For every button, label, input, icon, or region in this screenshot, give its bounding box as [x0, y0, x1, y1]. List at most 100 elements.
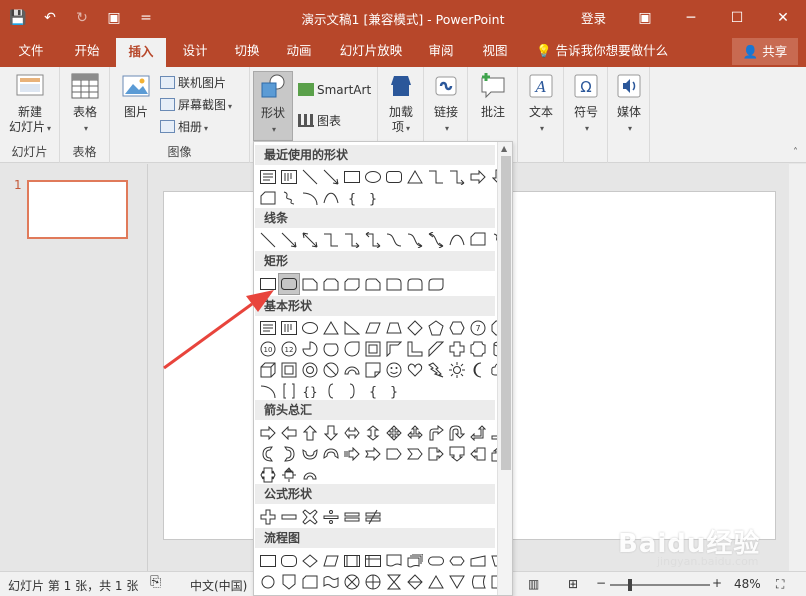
shape-trapezoid[interactable] — [384, 318, 404, 338]
tell-me-search[interactable]: 💡 告诉我你想要做什么 — [536, 35, 668, 67]
shape-left-up-arrow[interactable] — [468, 423, 488, 443]
shape-flowchart-recent[interactable] — [258, 188, 278, 208]
login-link[interactable]: 登录 — [581, 8, 606, 27]
links-button[interactable]: 链接 ▾ — [426, 71, 466, 136]
slide-thumbnail[interactable] — [27, 180, 128, 239]
shape-flow-collate[interactable] — [384, 572, 404, 592]
shape-rectangle-recent[interactable] — [342, 167, 362, 187]
shape-left-brace-basic[interactable]: { — [363, 381, 383, 401]
fit-to-window-icon[interactable]: ⛶ — [776, 577, 784, 592]
shape-basic-vtextbox[interactable] — [279, 318, 299, 338]
shape-flow-stored-data[interactable] — [468, 572, 488, 592]
shape-flow-connector[interactable] — [258, 572, 278, 592]
comment-button[interactable]: 批注 — [473, 71, 513, 120]
shape-left-right-up-arrow[interactable] — [405, 423, 425, 443]
symbols-button[interactable]: Ω 符号 ▾ — [566, 71, 606, 136]
shape-left-right-arrow-callout[interactable] — [258, 465, 278, 485]
tab-insert[interactable]: 插入 — [116, 38, 166, 67]
collapse-ribbon-icon[interactable]: ˄ — [793, 147, 798, 158]
zoom-slider-thumb[interactable] — [628, 579, 632, 591]
shape-notched-right-arrow[interactable] — [363, 444, 383, 464]
shape-folded-corner[interactable] — [363, 360, 383, 380]
shape-chevron[interactable] — [405, 444, 425, 464]
shape-hexagon[interactable] — [447, 318, 467, 338]
shape-pie[interactable] — [300, 339, 320, 359]
shape-line-double-arrow[interactable] — [300, 230, 320, 250]
shape-curved-right-arrow[interactable] — [258, 444, 278, 464]
shape-curve-line[interactable] — [447, 230, 467, 250]
shape-left-arrow[interactable] — [279, 423, 299, 443]
shape-round-same-side[interactable] — [405, 274, 425, 294]
shape-flow-merge[interactable] — [447, 572, 467, 592]
shape-half-frame[interactable] — [384, 339, 404, 359]
shape-right-bracket[interactable] — [342, 381, 362, 401]
shape-flow-manual-input[interactable] — [468, 551, 488, 571]
tab-home[interactable]: 开始 — [64, 35, 110, 67]
shape-sun[interactable] — [447, 360, 467, 380]
shape-flow-punched-tape[interactable] — [321, 572, 341, 592]
shape-division[interactable] — [321, 507, 341, 527]
media-button[interactable]: 媒体 ▾ — [609, 71, 649, 136]
shape-striped-right-arrow[interactable] — [342, 444, 362, 464]
ribbon-display-icon[interactable]: ▣ — [622, 0, 668, 35]
shape-smiley-face[interactable] — [384, 360, 404, 380]
shape-right-triangle[interactable] — [342, 318, 362, 338]
reading-view-icon[interactable]: ▥ — [528, 577, 539, 591]
shape-line-arrow[interactable] — [279, 230, 299, 250]
shape-left-bracket[interactable] — [321, 381, 341, 401]
picture-button[interactable]: 图片 — [118, 71, 154, 120]
zoom-out-button[interactable]: − — [596, 576, 606, 590]
shape-curved-double-arrow[interactable] — [426, 230, 446, 250]
shape-rounded-rect-recent[interactable] — [384, 167, 404, 187]
photo-album-button[interactable]: 相册 ▾ — [160, 117, 208, 137]
tab-transitions[interactable]: 切换 — [224, 35, 270, 67]
tab-view[interactable]: 视图 — [472, 35, 518, 67]
shape-flow-card[interactable] — [300, 572, 320, 592]
shape-flow-data[interactable] — [321, 551, 341, 571]
shape-donut[interactable] — [300, 360, 320, 380]
chart-button[interactable]: 图表 — [298, 111, 341, 131]
shape-double-bracket[interactable] — [279, 381, 299, 401]
shape-quad-arrow-callout[interactable] — [279, 465, 299, 485]
scroll-up-icon[interactable]: ▲ — [501, 144, 507, 153]
shape-isosceles-triangle[interactable] — [321, 318, 341, 338]
shape-elbow[interactable] — [321, 230, 341, 250]
shape-quad-arrow[interactable] — [384, 423, 404, 443]
shape-pentagon[interactable] — [426, 318, 446, 338]
shape-right-arrow[interactable] — [258, 423, 278, 443]
shape-curve[interactable] — [321, 188, 341, 208]
shape-round-single-corner[interactable] — [384, 274, 404, 294]
shape-snip-diagonal[interactable] — [342, 274, 362, 294]
zoom-level[interactable]: 48% — [734, 577, 761, 591]
shape-right-arrow-recent[interactable] — [468, 167, 488, 187]
shape-flow-offpage[interactable] — [279, 572, 299, 592]
shape-up-down-arrow[interactable] — [363, 423, 383, 443]
restore-button[interactable]: ☐ — [714, 0, 760, 35]
shape-curved-up-arrow[interactable] — [300, 444, 320, 464]
shape-multiply[interactable] — [300, 507, 320, 527]
shape-curved-down-arrow[interactable] — [321, 444, 341, 464]
shape-round-diagonal[interactable] — [426, 274, 446, 294]
shape-line[interactable] — [300, 167, 320, 187]
shape-flow-preparation[interactable] — [447, 551, 467, 571]
vertical-scrollbar[interactable] — [789, 164, 806, 571]
shape-down-arrow-callout[interactable] — [447, 444, 467, 464]
shape-triangle-recent[interactable] — [405, 167, 425, 187]
gallery-scrollbar[interactable]: ▲ — [497, 142, 512, 595]
shape-line-straight[interactable] — [258, 230, 278, 250]
shape-flow-process[interactable] — [258, 551, 278, 571]
shape-u-turn-arrow[interactable] — [447, 423, 467, 443]
shape-flow-sort[interactable] — [405, 572, 425, 592]
shape-flow-decision[interactable] — [300, 551, 320, 571]
tab-file[interactable]: 文件 — [8, 35, 54, 67]
shape-basic-textbox[interactable] — [258, 318, 278, 338]
slideshow-view-icon[interactable]: ⊞ — [568, 577, 578, 591]
shape-down-arrow[interactable] — [321, 423, 341, 443]
shape-minus[interactable] — [279, 507, 299, 527]
shape-diamond[interactable] — [405, 318, 425, 338]
minimize-button[interactable]: ─ — [668, 0, 714, 35]
shape-frame[interactable] — [363, 339, 383, 359]
shape-flow-multidocument[interactable] — [405, 551, 425, 571]
shape-cube[interactable] — [258, 360, 278, 380]
tab-review[interactable]: 审阅 — [418, 35, 464, 67]
